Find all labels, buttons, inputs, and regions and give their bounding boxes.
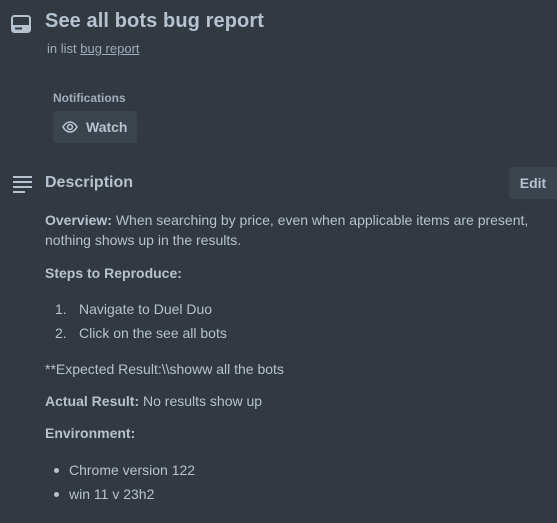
watch-button[interactable]: Watch: [53, 111, 137, 143]
in-list-prefix: in list: [47, 41, 77, 56]
list-name-link[interactable]: bug report: [80, 41, 139, 56]
watch-button-label: Watch: [86, 119, 128, 135]
environment-label: Environment:: [45, 425, 136, 441]
card-detail-panel: See all bots bug report in list bug repo…: [0, 0, 557, 523]
overview-label: Overview:: [45, 212, 112, 228]
environment-heading: Environment:: [45, 423, 135, 443]
actual-label: Actual Result:: [45, 393, 140, 409]
actual-result-paragraph: Actual Result: No results show up: [45, 391, 262, 411]
step-number: 1.: [55, 301, 67, 317]
description-lines-icon: [13, 176, 32, 193]
list-item: win 11 v 23h2: [45, 482, 195, 506]
overview-paragraph: Overview: When searching by price, even …: [45, 210, 545, 250]
actual-text: No results show up: [139, 393, 263, 409]
edit-description-button[interactable]: Edit: [509, 167, 557, 199]
expected-result-paragraph: **Expected Result:\\showw all the bots: [45, 361, 284, 377]
list-item: Chrome version 122: [45, 458, 195, 482]
overview-text: When searching by price, even when appli…: [45, 212, 529, 248]
card-icon: [11, 15, 31, 33]
bullet: [54, 491, 59, 497]
step-number: 2.: [55, 325, 67, 341]
environment-list: Chrome version 122 win 11 v 23h2: [45, 458, 195, 506]
eye-icon: [62, 121, 78, 133]
description-heading: Description: [45, 174, 134, 191]
list-item: 1. Navigate to Duel Duo: [45, 298, 227, 322]
bullet: [54, 467, 59, 473]
environment-item: win 11 v 23h2: [69, 486, 155, 502]
steps-label: Steps to Reproduce:: [45, 265, 182, 281]
notifications-label: Notifications: [53, 91, 126, 105]
in-list-line: in list bug report: [47, 41, 140, 56]
environment-item: Chrome version 122: [69, 462, 196, 478]
steps-list: 1. Navigate to Duel Duo 2. Click on the se…: [45, 298, 227, 346]
list-item: 2. Click on the see all bots: [45, 322, 227, 346]
steps-heading: Steps to Reproduce:: [45, 263, 182, 283]
card-title[interactable]: See all bots bug report: [45, 10, 264, 33]
step-text: Navigate to Duel Duo: [79, 301, 213, 317]
step-text: Click on the see all bots: [79, 325, 227, 341]
